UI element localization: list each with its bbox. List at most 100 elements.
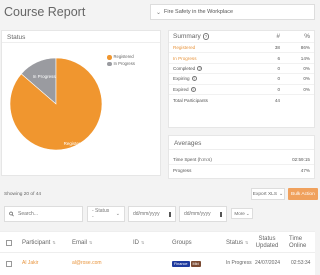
chevron-down-icon: ⌄ [279,191,284,197]
summary-row-registered[interactable]: Registered 38 86% [169,43,314,54]
column-header-status[interactable]: Status ⇅ [226,232,248,254]
column-header-groups: Groups [172,232,192,254]
column-label: ID [133,239,139,246]
summary-count: 0 [277,76,280,82]
avg-time-spent-row: Time Spent (h:m:s) 02:59:15 [169,154,314,165]
column-header-participant[interactable]: Participant ⇅ [22,232,56,254]
summary-row-in-progress[interactable]: In Progress 6 14% [169,53,314,64]
date-from-field[interactable] [128,206,176,222]
group-badge: Mkt [190,260,201,268]
summary-percent: 0% [303,65,310,71]
legend-label-in-progress: In Progress [113,60,135,66]
summary-percent: 86% [300,45,310,51]
pie-label-in-progress: In Progress [33,74,57,79]
export-xls-button[interactable]: Export XLS ⌄ [251,188,285,200]
column-label: Status Updated [255,236,279,249]
summary-label: Completed [173,65,196,71]
summary-percent-header: % [304,33,310,40]
summary-row-completed[interactable]: Completed? 0 0% [169,64,314,75]
summary-title: Summary [173,33,201,40]
chevron-down-icon: ⌄ [156,9,162,16]
summary-row-expired[interactable]: Expired? 0 0% [169,85,314,95]
summary-count: 6 [277,55,280,61]
status-pie-chart: In Progress Registered [9,57,103,151]
status-legend: Registered In Progress [107,54,135,67]
summary-row-expiring[interactable]: Expiring? 0 0% [169,74,314,85]
summary-card: Summary ? # % Registered 38 86% In Progr… [168,30,315,128]
column-header-email[interactable]: Email ⇅ [72,232,92,254]
email-link[interactable]: al@rose.com [72,261,102,267]
column-header-time-online[interactable]: Time Online [289,232,313,254]
summary-percent: 0% [303,86,310,92]
status-cell: In Progress [226,260,252,267]
summary-count: 38 [274,45,280,51]
results-count: Showing 20 of 44 [4,192,42,197]
help-icon[interactable]: ? [191,76,197,82]
help-icon[interactable]: ? [190,86,196,92]
column-label: Time Online [289,236,307,249]
search-field[interactable] [4,206,83,222]
summary-count: 0 [277,65,280,71]
legend-item-in-progress: In Progress [107,61,135,68]
status-updated-cell: 24/07/2024 [255,260,281,267]
more-filters-button[interactable]: More ⌄ [231,208,253,219]
status-filter-select[interactable]: - Status - ⌄ [87,206,125,222]
averages-card: Averages Time Spent (h:m:s) 02:59:15 Pro… [168,135,315,179]
select-all-checkbox[interactable] [6,240,12,246]
date-from-input[interactable] [133,211,165,217]
page-title: Course Report [4,5,86,19]
column-label: Groups [172,239,192,246]
summary-label: Expiring [173,76,190,82]
search-icon [9,211,14,217]
avg-progress-value: 47% [300,168,310,173]
summary-percent: 0% [303,76,310,82]
summary-label: In Progress [173,55,197,61]
column-label: Status [226,239,244,246]
sort-icon: ⇅ [141,239,145,245]
summary-percent: 14% [300,55,310,61]
summary-count: 44 [274,97,280,103]
more-filters-label: More [234,211,245,216]
column-label: Email [72,239,88,246]
pie-label-registered: Registered [64,141,86,146]
help-icon[interactable]: ? [202,33,210,40]
status-card-title: Status [2,31,160,43]
sort-icon: ⇅ [245,239,249,245]
avg-time-spent-value: 02:59:15 [292,156,310,162]
status-card: Status In Progress Registered Registered … [1,30,161,176]
search-input[interactable] [18,211,78,217]
chevron-down-icon: ⌄ [115,211,120,217]
participant-link[interactable]: Al Jakir [22,261,38,267]
date-to-input[interactable] [184,211,216,217]
summary-label: Expired [173,86,189,92]
avg-time-spent-label: Time Spent (h:m:s) [173,156,212,162]
row-checkbox[interactable] [6,261,12,267]
calendar-icon[interactable] [169,211,171,217]
summary-label: Registered [173,45,196,51]
averages-title: Averages [169,136,314,150]
legend-swatch-registered [107,55,112,60]
export-xls-label: Export XLS [252,191,278,197]
column-header-status-updated[interactable]: Status Updated [255,232,279,254]
sort-icon: ⇅ [52,239,56,245]
chevron-down-icon: ⌄ [245,210,250,216]
calendar-icon[interactable] [220,211,222,217]
summary-count: 0 [277,86,280,92]
status-filter-value: - Status - [92,208,110,220]
help-icon[interactable]: ? [197,65,203,71]
column-header-id[interactable]: ID ⇅ [133,232,144,254]
legend-swatch-in-progress [107,61,112,66]
sort-icon: ⇅ [89,239,93,245]
column-label: Participant [22,239,51,246]
table-row[interactable]: Al Jakir al@rose.com Finance Mkt In Prog… [0,253,315,275]
course-select[interactable]: ⌄ Fire Safety in the Workplace [150,4,315,20]
summary-label: Total Participants [173,97,208,103]
summary-header: Summary ? # % [169,31,314,43]
course-select-value: Fire Safety in the Workplace [164,9,234,15]
summary-count-header: # [276,33,280,40]
time-online-cell: 02:53:34 [291,260,311,267]
table-header: Participant ⇅ Email ⇅ ID ⇅ Groups Status ⇅ S… [0,231,315,253]
date-to-field[interactable] [179,206,227,222]
avg-progress-label: Progress [173,168,192,173]
bulk-action-button[interactable]: Bulk Action [288,188,318,200]
